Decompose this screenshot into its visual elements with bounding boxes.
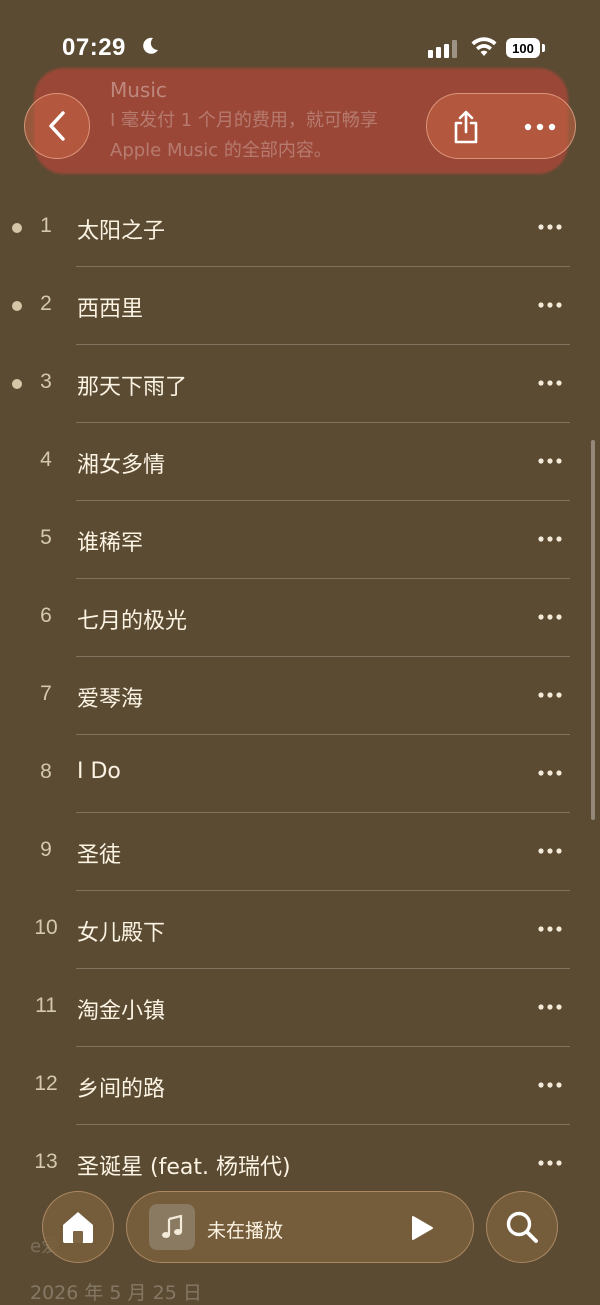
track-number: 5 (40, 526, 52, 549)
music-note-icon (162, 1215, 183, 1238)
track-row[interactable]: 10 女儿殿下 (0, 891, 600, 969)
track-more-button[interactable] (530, 365, 570, 401)
player-status: 未在播放 (207, 1220, 284, 1242)
track-title: 七月的极光 (77, 609, 188, 634)
track-title: 西西里 (77, 297, 144, 322)
back-button[interactable] (24, 93, 90, 159)
track-number: 8 (40, 760, 52, 783)
downloaded-indicator (12, 223, 22, 233)
track-row[interactable]: 2 西西里 (0, 267, 600, 345)
banner-body: I 毫发付 1 个月的费用，就可畅享 Apple Music 的全部内容。 (110, 110, 378, 161)
track-number: 7 (40, 682, 52, 705)
status-bar: 07:29 100 (0, 0, 600, 90)
player-artwork (149, 1204, 195, 1250)
track-more-button[interactable] (530, 755, 570, 791)
scrollbar[interactable] (591, 440, 595, 820)
release-date: 2026 年 5 月 25 日 (30, 1282, 202, 1304)
status-time: 07:29 (62, 34, 126, 61)
ellipsis-icon (538, 848, 562, 854)
ellipsis-icon (538, 614, 562, 620)
track-more-button[interactable] (530, 1067, 570, 1103)
track-number: 3 (40, 370, 52, 393)
track-title: I Do (77, 759, 121, 784)
track-row[interactable]: 12 乡间的路 (0, 1047, 600, 1125)
track-number: 13 (34, 1150, 58, 1173)
track-title: 淘金小镇 (77, 999, 166, 1024)
ellipsis-icon (538, 1004, 562, 1010)
play-icon (412, 1216, 433, 1240)
downloaded-indicator (12, 379, 22, 389)
ellipsis-icon (538, 770, 562, 776)
play-button[interactable] (407, 1212, 437, 1244)
track-more-button[interactable] (530, 989, 570, 1025)
track-row[interactable]: 3 那天下雨了 (0, 345, 600, 423)
mini-player[interactable]: 未在播放 (126, 1191, 474, 1263)
track-row[interactable]: 7 爱琴海 (0, 657, 600, 735)
track-more-button[interactable] (530, 287, 570, 323)
chevron-left-icon (49, 111, 65, 141)
ellipsis-icon (538, 1082, 562, 1088)
track-row[interactable]: 8 I Do (0, 735, 600, 813)
track-more-button[interactable] (530, 911, 570, 947)
track-more-button[interactable] (530, 833, 570, 869)
track-more-button[interactable] (530, 443, 570, 479)
share-icon (454, 110, 478, 144)
track-title: 女儿殿下 (77, 921, 166, 946)
battery-tip (542, 44, 545, 52)
ellipsis-icon (538, 302, 562, 308)
track-row[interactable]: 11 淘金小镇 (0, 969, 600, 1047)
track-number: 4 (40, 448, 52, 471)
battery-level: 100 (506, 38, 540, 58)
ellipsis-icon (538, 536, 562, 542)
track-number: 1 (40, 214, 52, 237)
ellipsis-icon (538, 692, 562, 698)
ellipsis-icon (538, 380, 562, 386)
ellipsis-icon (538, 926, 562, 932)
track-title: 谁稀罕 (77, 531, 144, 556)
track-title: 圣徒 (77, 843, 122, 868)
more-options-button[interactable] (515, 102, 565, 152)
track-number: 10 (34, 916, 58, 939)
wifi-icon (471, 37, 497, 56)
ellipsis-icon (538, 458, 562, 464)
track-number: 2 (40, 292, 52, 315)
track-more-button[interactable] (530, 1145, 570, 1181)
track-title: 乡间的路 (77, 1077, 166, 1102)
ellipsis-icon (524, 123, 556, 131)
track-title: 太阳之子 (77, 219, 166, 244)
battery-indicator: 100 (506, 38, 546, 58)
ellipsis-icon (538, 224, 562, 230)
track-title: 圣诞星 (feat. 杨瑞代) (77, 1155, 291, 1180)
ellipsis-icon (538, 1160, 562, 1166)
track-more-button[interactable] (530, 209, 570, 245)
track-title: 湘女多情 (77, 453, 166, 478)
cellular-signal-icon (428, 40, 457, 58)
track-number: 12 (34, 1072, 58, 1095)
search-button[interactable] (486, 1191, 558, 1263)
track-row[interactable]: 4 湘女多情 (0, 423, 600, 501)
track-more-button[interactable] (530, 599, 570, 635)
track-number: 6 (40, 604, 52, 627)
track-row[interactable]: 5 谁稀罕 (0, 501, 600, 579)
track-title: 爱琴海 (77, 687, 144, 712)
moon-icon (143, 37, 158, 54)
home-icon (63, 1212, 93, 1243)
track-number: 9 (40, 838, 52, 861)
track-title: 那天下雨了 (77, 375, 188, 400)
home-button[interactable] (42, 1191, 114, 1263)
top-actions (426, 93, 576, 159)
track-row[interactable]: 9 圣徒 (0, 813, 600, 891)
downloaded-indicator (12, 301, 22, 311)
track-number: 11 (35, 994, 57, 1017)
search-icon (506, 1211, 538, 1243)
track-row[interactable]: 1 太阳之子 (0, 189, 600, 267)
track-row[interactable]: 6 七月的极光 (0, 579, 600, 657)
share-button[interactable] (441, 102, 491, 152)
track-more-button[interactable] (530, 521, 570, 557)
track-more-button[interactable] (530, 677, 570, 713)
